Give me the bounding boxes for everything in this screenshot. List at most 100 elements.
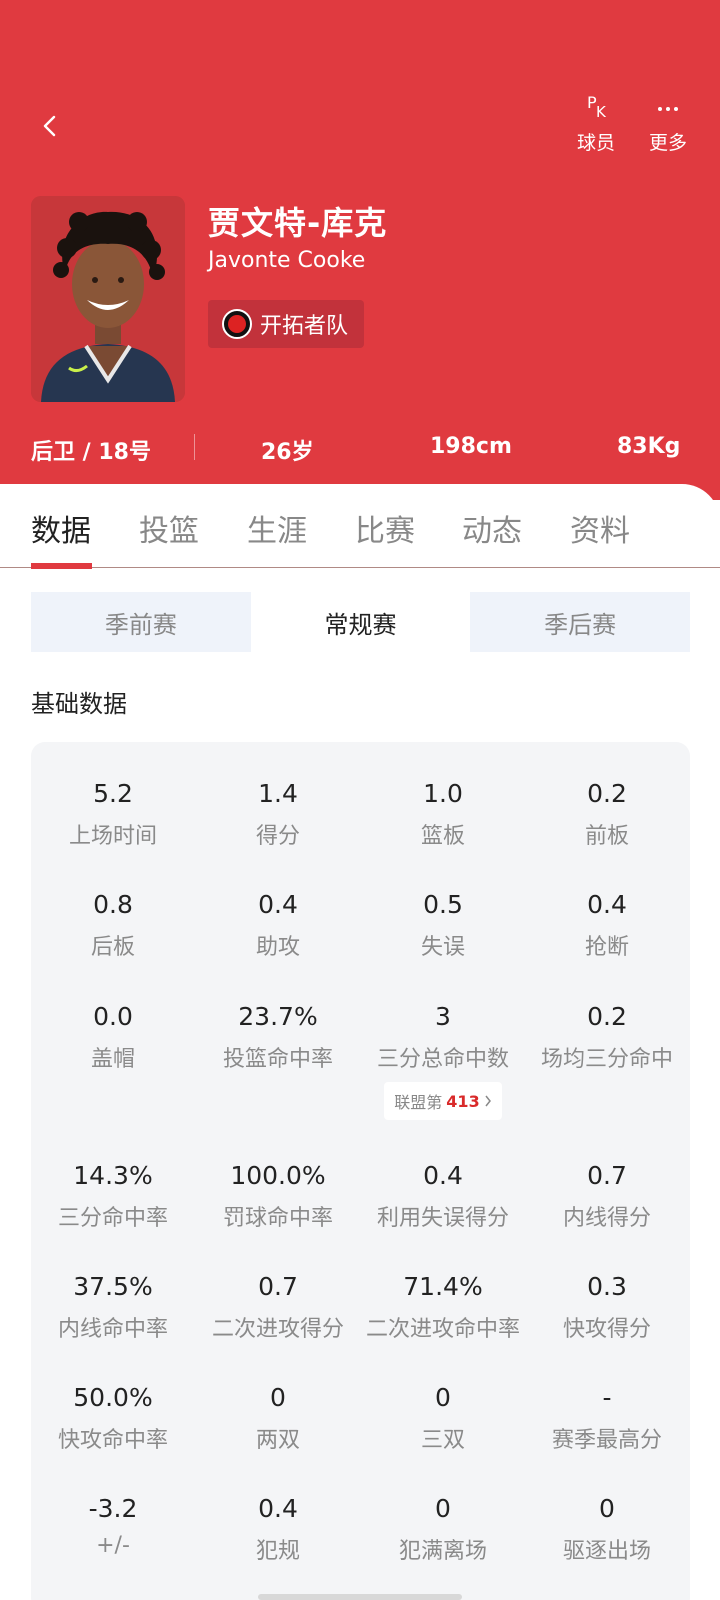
stat-label: 内线得分 [562, 1206, 651, 1231]
stat-value: 0.5 [423, 890, 463, 919]
weight: 83Kg [617, 434, 681, 459]
stat-cell: 0.2 场均三分命中 [525, 1001, 689, 1073]
stat-label: 驱逐出场 [562, 1539, 651, 1564]
stat-label: 快攻得分 [562, 1317, 651, 1342]
stat-value: 0.4 [258, 1494, 298, 1523]
age: 26岁 [261, 440, 314, 465]
team-badge[interactable]: 开拓者队 [208, 300, 365, 348]
content-sheet: 数据 投篮 生涯 比赛 动态 资料 季前赛 常规赛 季后赛 基础数据 联盟第 41… [0, 484, 720, 1600]
player-name-en: Javonte Cooke [208, 248, 366, 273]
stat-label: 抢断 [584, 935, 629, 960]
stat-cell: 1.4 得分 [196, 778, 360, 850]
stat-cell: 0.7 二次进攻得分 [196, 1271, 360, 1343]
stat-value: 0.8 [93, 890, 133, 919]
stat-value: 14.3% [73, 1161, 153, 1190]
stat-value: 0 [270, 1383, 286, 1412]
more-button[interactable]: 更多 [636, 94, 700, 155]
stat-value: 3 [435, 1002, 451, 1031]
player-header: PK 球员 更多 贾文特-库克 Javonte Cooke 开拓者队 后卫 / … [0, 0, 720, 500]
stat-label: 犯规 [255, 1539, 300, 1564]
stat-cell: 14.3% 三分命中率 [31, 1160, 195, 1232]
stat-label: +/- [96, 1533, 130, 1558]
stat-cell: -3.2 +/- [31, 1493, 195, 1558]
segment-regular-season[interactable]: 常规赛 [250, 592, 471, 652]
rank-value: 413 [446, 1091, 480, 1111]
stat-label: 盖帽 [90, 1047, 135, 1072]
stat-label: 三分总命中数 [376, 1047, 509, 1072]
stat-value: 0.7 [587, 1161, 627, 1190]
more-icon [636, 94, 700, 124]
stat-value: 0 [435, 1383, 451, 1412]
stat-value: -3.2 [88, 1494, 138, 1523]
stat-label: 后板 [90, 935, 135, 960]
back-button[interactable] [30, 106, 70, 146]
stat-cell: 50.0% 快攻命中率 [31, 1382, 195, 1454]
stat-label: 利用失误得分 [376, 1206, 509, 1231]
stat-cell: 0.3 快攻得分 [525, 1271, 689, 1343]
stat-cell: 0.4 助攻 [196, 889, 360, 961]
active-tab-indicator [31, 563, 92, 569]
player-meta: 后卫 / 18号 26岁 198cm 83Kg [0, 426, 720, 470]
stat-value: 0.4 [258, 890, 298, 919]
stat-cell: 0.2 前板 [525, 778, 689, 850]
position-number: 后卫 / 18号 [31, 440, 151, 465]
stat-value: 0.4 [423, 1161, 463, 1190]
tab-games[interactable]: 比赛 [355, 506, 415, 550]
stat-value: 0.3 [587, 1272, 627, 1301]
more-label: 更多 [648, 132, 687, 154]
stat-cell: 0.4 利用失误得分 [361, 1160, 525, 1232]
team-logo-icon [222, 309, 252, 339]
pk-label: 球员 [576, 132, 615, 154]
stat-cell: 0 驱逐出场 [525, 1493, 689, 1565]
pk-button[interactable]: PK 球员 [564, 94, 628, 155]
league-rank-chip[interactable]: 联盟第 413 [384, 1082, 502, 1120]
stat-value: 0 [599, 1494, 615, 1523]
stat-label: 三分命中率 [57, 1206, 168, 1231]
player-name-cn: 贾文特-库克 [208, 204, 388, 242]
segment-preseason[interactable]: 季前赛 [31, 592, 251, 652]
stat-value: 0 [435, 1494, 451, 1523]
stat-label: 内线命中率 [57, 1317, 168, 1342]
chevron-right-icon [485, 1095, 491, 1107]
stat-label: 失误 [420, 935, 465, 960]
stat-label: 二次进攻命中率 [365, 1317, 520, 1342]
stat-label: 犯满离场 [398, 1539, 487, 1564]
chevron-left-icon [43, 115, 56, 137]
tab-profile[interactable]: 资料 [570, 506, 630, 550]
tab-career[interactable]: 生涯 [247, 506, 307, 550]
season-type-selector: 季前赛 常规赛 季后赛 [31, 592, 690, 652]
stat-cell: - 赛季最高分 [525, 1382, 689, 1454]
stat-value: 50.0% [73, 1383, 153, 1412]
tab-news[interactable]: 动态 [462, 506, 522, 550]
stat-cell: 0 犯满离场 [361, 1493, 525, 1565]
stat-cell: 0.8 后板 [31, 889, 195, 961]
stat-label: 三双 [420, 1428, 465, 1453]
stat-cell: 0.4 犯规 [196, 1493, 360, 1565]
stat-value: 71.4% [403, 1272, 483, 1301]
stat-value: 1.0 [423, 779, 463, 808]
pk-icon: PK [587, 93, 606, 121]
basic-stats-card: 联盟第 413 5.2 上场时间 1.4 得分 1.0 篮板 0.2 前板 0.8 后板 0.4 助攻 0… [31, 742, 690, 1600]
stat-label: 篮板 [420, 824, 465, 849]
stat-value: 0.4 [587, 890, 627, 919]
tab-shooting[interactable]: 投篮 [139, 506, 199, 550]
stat-value: 1.4 [258, 779, 298, 808]
stat-label: 两双 [255, 1428, 300, 1453]
scroll-indicator [258, 1594, 462, 1600]
stat-label: 罚球命中率 [222, 1206, 333, 1231]
stat-cell: 100.0% 罚球命中率 [196, 1160, 360, 1232]
stat-cell: 3 三分总命中数 [361, 1001, 525, 1073]
segment-playoffs[interactable]: 季后赛 [470, 592, 690, 652]
stat-value: 0.2 [587, 779, 627, 808]
section-title: 基础数据 [31, 690, 127, 718]
stat-value: 0.0 [93, 1002, 133, 1031]
stat-label: 前板 [584, 824, 629, 849]
stat-value: 23.7% [238, 1002, 318, 1031]
stat-cell: 37.5% 内线命中率 [31, 1271, 195, 1343]
stat-cell: 0.7 内线得分 [525, 1160, 689, 1232]
rank-prefix: 联盟第 [394, 1093, 443, 1112]
tab-bar: 数据 投篮 生涯 比赛 动态 资料 [0, 484, 720, 569]
stat-cell: 0 三双 [361, 1382, 525, 1454]
height: 198cm [430, 434, 512, 459]
tab-data[interactable]: 数据 [31, 506, 91, 550]
